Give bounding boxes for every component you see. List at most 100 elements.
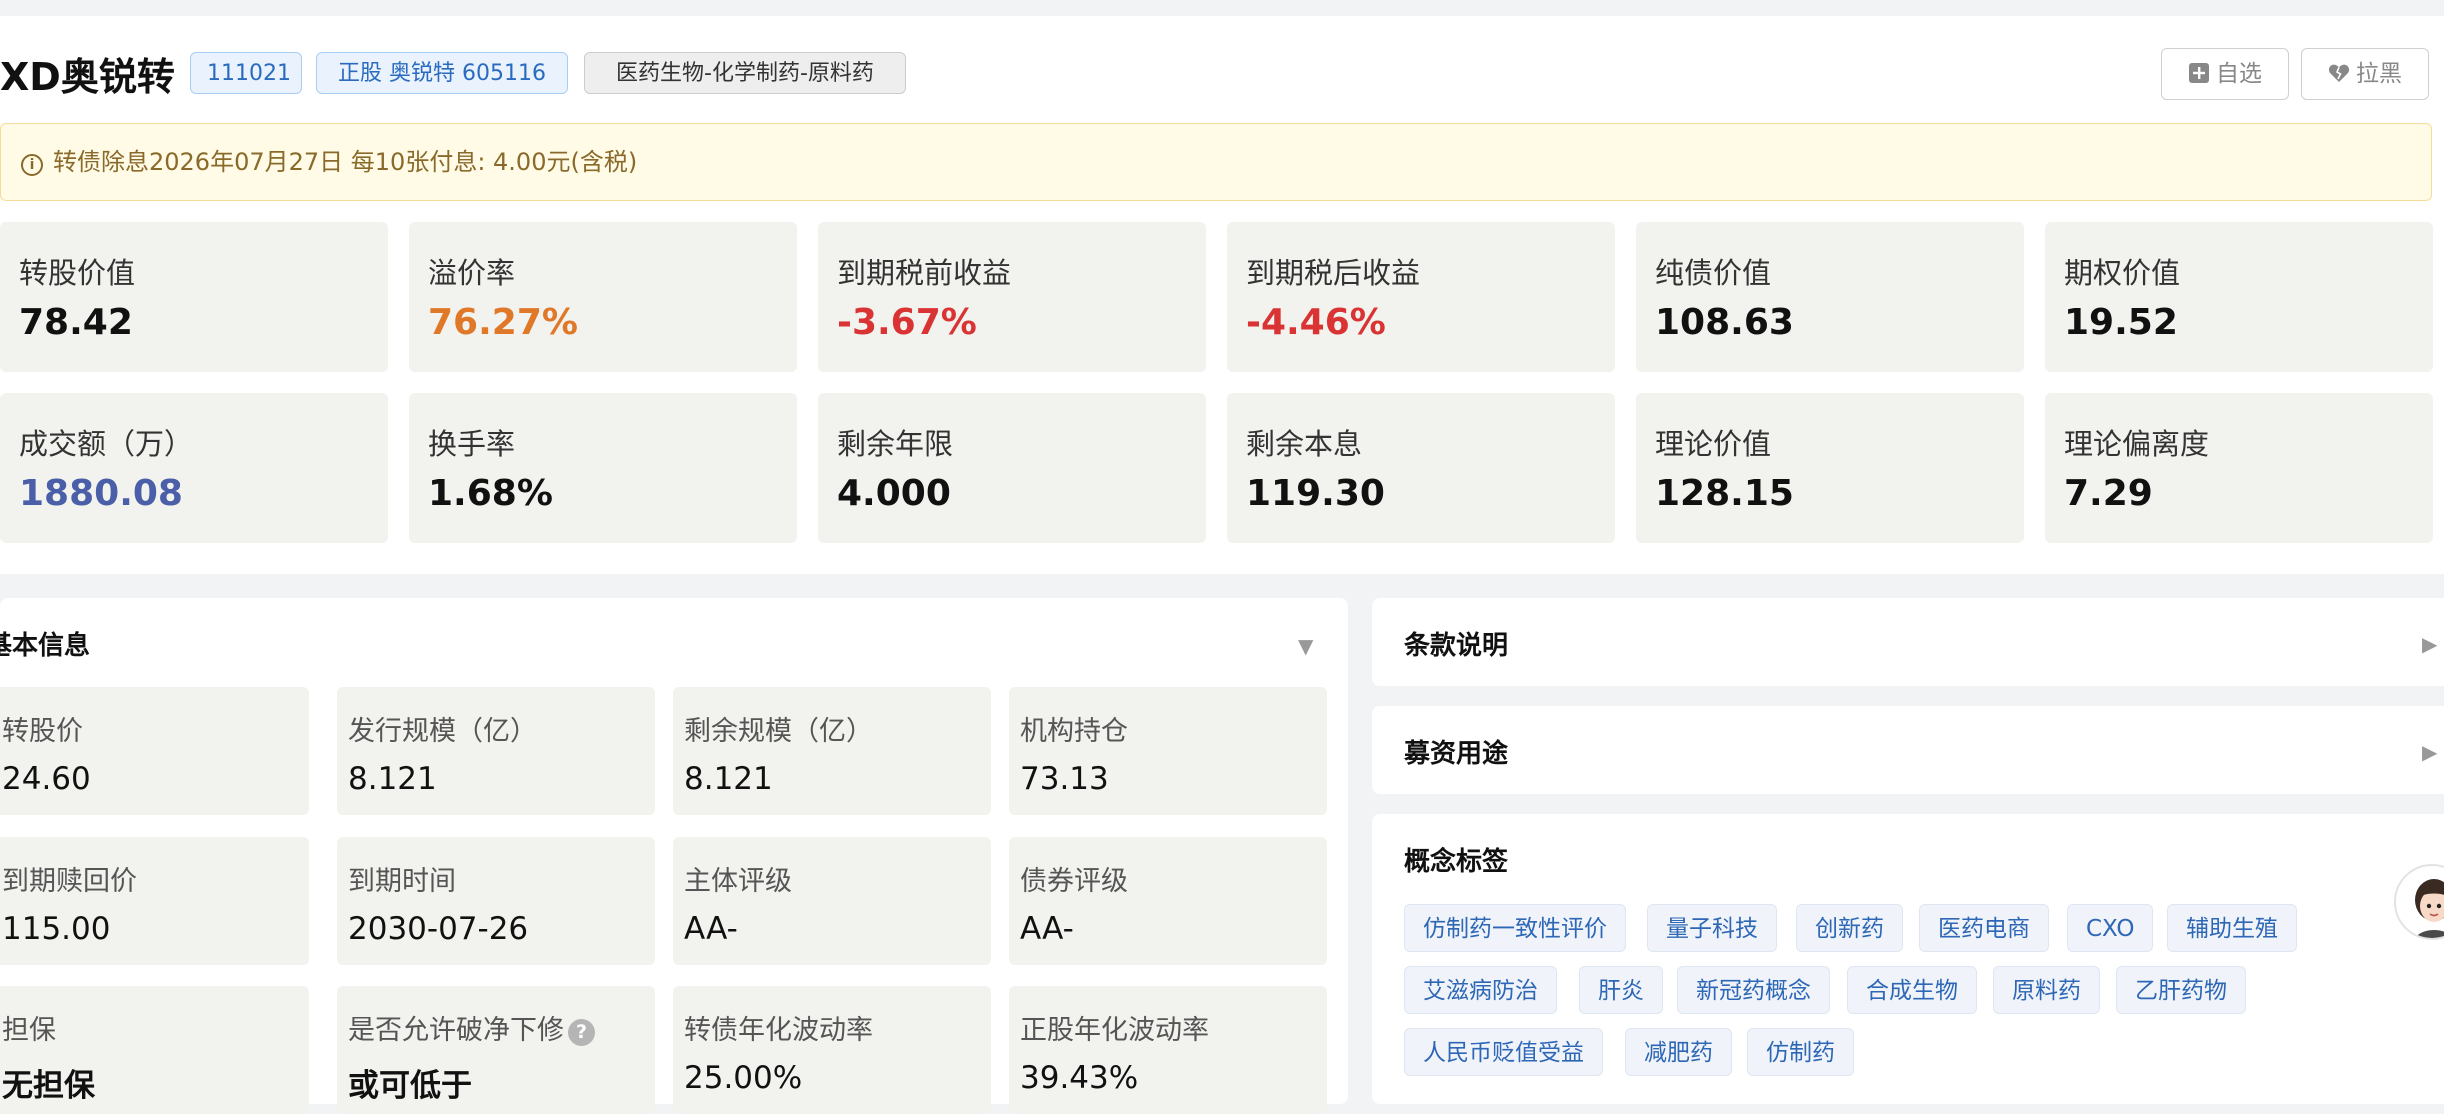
concept-tag[interactable]: 仿制药 (1747, 1028, 1854, 1076)
info-redemption-price: 到期赎回价 115.00 (0, 837, 309, 965)
metric-value: 78.42 (19, 302, 133, 343)
metric-value: 1880.08 (19, 473, 183, 514)
info-value: 73.13 (1020, 761, 1109, 797)
concept-tags-title: 概念标签 (1404, 847, 1509, 877)
fund-usage-panel[interactable]: 募资用途 ▶ (1372, 706, 2444, 794)
metric-value: -4.46% (1246, 302, 1386, 343)
info-label: 担保 (2, 1015, 56, 1046)
concept-tag[interactable]: 辅助生殖 (2167, 904, 2297, 952)
bond-title: XD奥锐转 (0, 55, 175, 99)
metric-turnover-rate: 换手率 1.68% (409, 393, 797, 543)
concept-tag[interactable]: 人民币贬值受益 (1404, 1028, 1603, 1076)
metric-label: 到期税后收益 (1246, 256, 1421, 290)
metric-ytm-aftertax: 到期税后收益 -4.46% (1227, 222, 1615, 372)
blacklist-button[interactable]: 拉黑 (2301, 48, 2429, 100)
watchlist-button[interactable]: 自选 (2161, 48, 2289, 100)
concept-tag[interactable]: 创新药 (1796, 904, 1903, 952)
info-label: 机构持仓 (1020, 716, 1128, 747)
info-value: 25.00% (684, 1060, 803, 1096)
metric-label: 纯债价值 (1655, 256, 1772, 290)
expand-caret-icon[interactable]: ▶ (2422, 632, 2437, 656)
concept-tag[interactable]: 合成生物 (1847, 966, 1977, 1014)
info-guarantee: 担保 无担保 (0, 986, 309, 1114)
plus-square-icon (2188, 52, 2210, 83)
concept-tag[interactable]: 原料药 (1993, 966, 2100, 1014)
info-value: 8.121 (684, 761, 773, 797)
metric-remaining-principal-interest: 剩余本息 119.30 (1227, 393, 1615, 543)
info-value: 或可低于 (348, 1068, 472, 1104)
metric-bond-floor: 纯债价值 108.63 (1636, 222, 2024, 372)
concept-tag[interactable]: 艾滋病防治 (1404, 966, 1557, 1014)
info-value: 8.121 (348, 761, 437, 797)
info-label: 到期赎回价 (2, 866, 137, 897)
basic-info-title: 基本信息 (0, 631, 91, 661)
info-institution-holding: 机构持仓 73.13 (1009, 687, 1327, 815)
metric-label: 到期税前收益 (837, 256, 1012, 290)
concept-tag[interactable]: CXO (2067, 904, 2154, 952)
info-value: 无担保 (2, 1068, 95, 1104)
info-maturity-date: 到期时间 2030-07-26 (337, 837, 655, 965)
bond-code-tag[interactable]: 111021 (190, 52, 302, 94)
metric-value: 128.15 (1655, 473, 1794, 514)
concept-tag[interactable]: 仿制药一致性评价 (1404, 904, 1626, 952)
info-conversion-price: 转股价 24.60 (0, 687, 309, 815)
concept-tag[interactable]: 减肥药 (1625, 1028, 1732, 1076)
metric-conversion-value: 转股价值 78.42 (0, 222, 388, 372)
watchlist-button-label: 自选 (2216, 61, 2262, 87)
concept-tag[interactable]: 医药电商 (1919, 904, 2049, 952)
info-label-text: 是否允许破净下修 (348, 1015, 564, 1046)
metric-option-value: 期权价值 19.52 (2045, 222, 2433, 372)
info-icon: i (21, 154, 43, 176)
metric-value: -3.67% (837, 302, 977, 343)
metric-value: 7.29 (2064, 473, 2153, 514)
broken-heart-icon (2328, 52, 2350, 82)
terms-panel[interactable]: 条款说明 ▶ (1372, 598, 2444, 686)
info-issue-size: 发行规模（亿） 8.121 (337, 687, 655, 815)
metric-value: 76.27% (428, 302, 578, 343)
metric-label: 期权价值 (2064, 256, 2181, 290)
expand-caret-icon[interactable]: ▶ (2422, 740, 2437, 764)
fund-usage-title: 募资用途 (1404, 739, 1509, 769)
info-label: 转股价 (2, 716, 83, 747)
concept-tag[interactable]: 乙肝药物 (2116, 966, 2246, 1014)
metric-label: 成交额（万） (19, 427, 194, 461)
metric-value: 1.68% (428, 473, 553, 514)
metric-label: 剩余年限 (837, 427, 954, 461)
metric-label: 溢价率 (428, 256, 516, 290)
info-label: 债券评级 (1020, 866, 1128, 897)
info-issuer-rating: 主体评级 AA- (673, 837, 991, 965)
info-value: 115.00 (2, 911, 111, 947)
metric-theoretical-value: 理论价值 128.15 (1636, 393, 2024, 543)
info-value: 39.43% (1020, 1060, 1139, 1096)
info-value: 24.60 (2, 761, 91, 797)
metric-value: 4.000 (837, 473, 951, 514)
metric-label: 理论偏离度 (2064, 427, 2210, 461)
metric-label: 理论价值 (1655, 427, 1772, 461)
info-label: 到期时间 (348, 866, 456, 897)
collapse-caret-icon[interactable]: ▼ (1298, 634, 1313, 658)
metric-theoretical-deviation: 理论偏离度 7.29 (2045, 393, 2433, 543)
terms-title: 条款说明 (1404, 631, 1509, 661)
info-bond-volatility: 转债年化波动率 25.00% (673, 986, 991, 1114)
info-value: AA- (1020, 911, 1074, 947)
metric-label: 转股价值 (19, 256, 136, 290)
underlying-stock-tag[interactable]: 正股 奥锐特 605116 (316, 52, 568, 94)
info-label: 转债年化波动率 (684, 1015, 873, 1046)
metric-premium-rate: 溢价率 76.27% (409, 222, 797, 372)
info-label: 正股年化波动率 (1020, 1015, 1209, 1046)
info-label: 发行规模（亿） (348, 716, 537, 747)
info-remaining-size: 剩余规模（亿） 8.121 (673, 687, 991, 815)
blacklist-button-label: 拉黑 (2356, 61, 2402, 87)
concept-tag[interactable]: 肝炎 (1579, 966, 1663, 1014)
metric-value: 119.30 (1246, 473, 1385, 514)
metric-label: 剩余本息 (1246, 427, 1363, 461)
concept-tag[interactable]: 新冠药概念 (1677, 966, 1830, 1014)
concept-tag[interactable]: 量子科技 (1647, 904, 1777, 952)
metric-turnover-amount: 成交额（万） 1880.08 (0, 393, 388, 543)
info-label: 主体评级 (684, 866, 792, 897)
info-bond-rating: 债券评级 AA- (1009, 837, 1327, 965)
question-mark-icon[interactable]: ? (568, 1019, 595, 1046)
industry-tag[interactable]: 医药生物-化学制药-原料药 (584, 52, 906, 94)
metric-ytm-pretax: 到期税前收益 -3.67% (818, 222, 1206, 372)
metric-remaining-years: 剩余年限 4.000 (818, 393, 1206, 543)
